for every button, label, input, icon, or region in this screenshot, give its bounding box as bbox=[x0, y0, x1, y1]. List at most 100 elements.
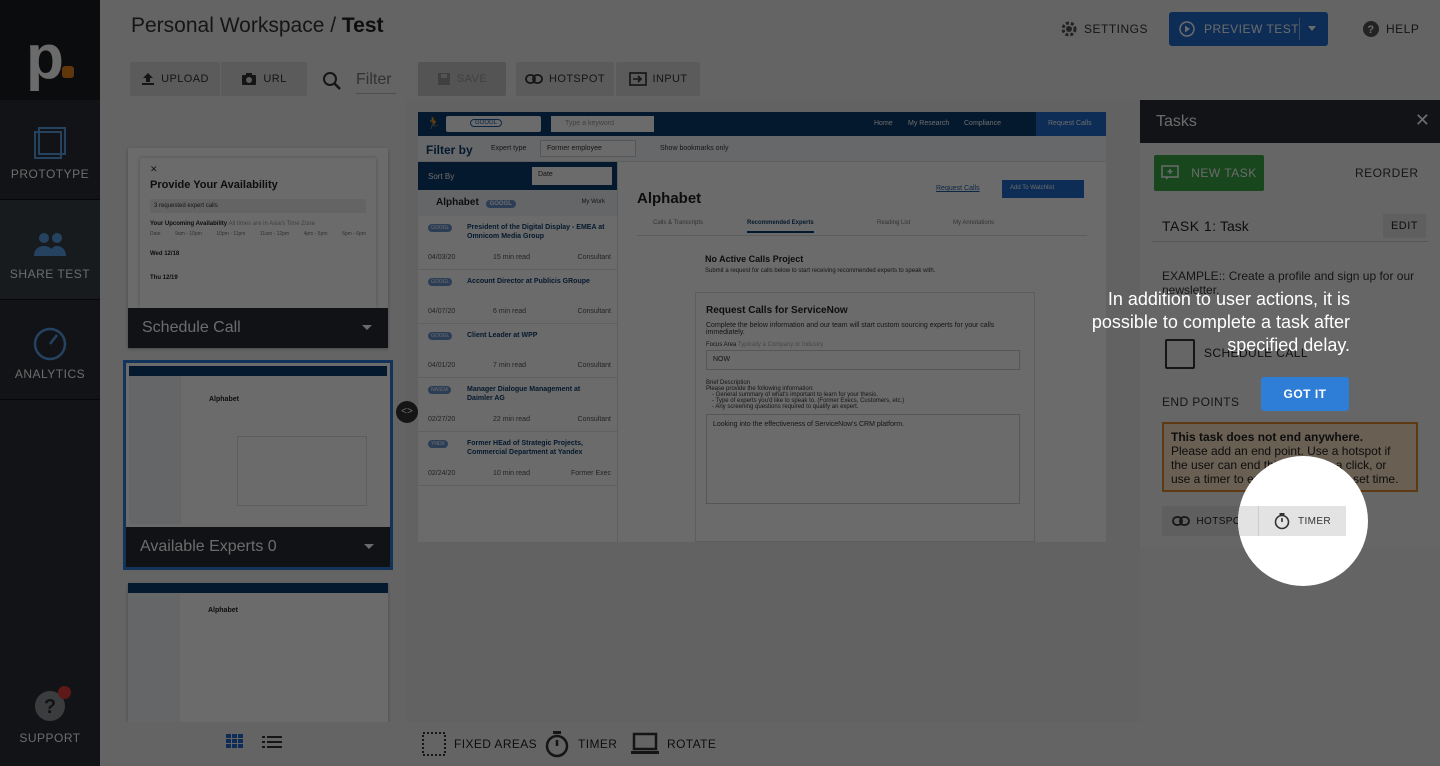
nav-cta: Request Calls bbox=[1036, 112, 1106, 136]
support-label: SUPPORT bbox=[19, 731, 81, 745]
svg-text:p: p bbox=[26, 23, 64, 92]
save-label: SAVE bbox=[456, 73, 488, 85]
article-item: GOOGL Account Director at Publicis GRoupe… bbox=[418, 270, 617, 324]
sort-by: Sort By bbox=[428, 172, 455, 181]
article-date: 02/27/20 bbox=[428, 416, 456, 423]
expert-type: Expert type bbox=[491, 145, 527, 152]
screen-preview[interactable]: 🏃 GOOGL Type a keyword Home My Research … bbox=[418, 112, 1106, 542]
thumb-col: Date bbox=[150, 231, 161, 237]
runner-icon: 🏃 bbox=[426, 116, 441, 130]
input-label: INPUT bbox=[652, 73, 688, 85]
task-header: TASK 1: Task EDIT bbox=[1152, 210, 1428, 242]
fixed-areas-button[interactable]: FIXED AREAS bbox=[422, 732, 537, 756]
screen-name: Schedule Call bbox=[142, 319, 241, 336]
article-item: YNDX Former HEad of Strategic Projects, C… bbox=[418, 432, 617, 486]
nav-search: Type a keyword bbox=[551, 116, 654, 132]
save-button[interactable]: SAVE bbox=[418, 62, 506, 96]
article-read: 15 min read bbox=[493, 254, 530, 261]
screen-card[interactable]: Alphabet bbox=[128, 583, 388, 722]
play-circle-icon bbox=[1179, 21, 1195, 37]
screen-thumbnail: ✕ Provide Your Availability 3 requested … bbox=[140, 158, 376, 308]
focus-hint: Typically a Company or Industry bbox=[737, 342, 824, 348]
app-logo[interactable]: p bbox=[0, 0, 100, 100]
caret-down-icon[interactable] bbox=[364, 544, 374, 549]
input-button[interactable]: INPUT bbox=[616, 62, 700, 96]
chevron-down-icon[interactable] bbox=[1308, 26, 1316, 31]
list-view-icon[interactable] bbox=[262, 736, 282, 748]
laptop-icon bbox=[631, 732, 659, 754]
rotate-button[interactable]: ROTATE bbox=[631, 732, 716, 756]
article-type: Former Exec bbox=[570, 470, 611, 477]
article-date: 04/03/20 bbox=[428, 254, 456, 261]
article-tag: GOOGL bbox=[428, 332, 453, 340]
thumb-col: 11am - 12pm bbox=[259, 231, 290, 237]
reorder-button[interactable]: REORDER bbox=[1355, 166, 1419, 180]
focus-input: NOW bbox=[706, 350, 1020, 370]
grid-view-icon[interactable] bbox=[226, 734, 244, 749]
nav-prototype[interactable]: PROTOTYPE bbox=[0, 100, 100, 200]
filter-by: Filter by bbox=[426, 143, 473, 157]
filter-input[interactable] bbox=[356, 66, 396, 94]
help-button[interactable]: ? HELP bbox=[1362, 20, 1419, 38]
task-label: TASK 1: bbox=[1162, 218, 1217, 234]
link-icon bbox=[1172, 516, 1191, 526]
thumb-company: Alphabet bbox=[208, 607, 238, 614]
preview-tab: My Annotations bbox=[953, 220, 995, 226]
tasks-title: Tasks bbox=[1156, 113, 1197, 130]
article-title: President of the Digital Display - EMEA … bbox=[467, 224, 605, 240]
article-list: GOOGL President of the Digital Display - … bbox=[418, 216, 617, 486]
thumb-requested: 3 requested expert calls bbox=[150, 199, 366, 213]
workspace-name[interactable]: Personal Workspace bbox=[131, 14, 324, 37]
article-item: GOOGL Client Leader at WPP 04/01/20 7 min r… bbox=[418, 324, 617, 378]
got-it-button[interactable]: GOT IT bbox=[1261, 377, 1349, 411]
hotspot-endpoint-clip bbox=[1238, 506, 1258, 536]
article-tag: GOOGL bbox=[428, 278, 453, 286]
caret-down-icon[interactable] bbox=[362, 325, 372, 330]
thumb-row: Thu 12/19 bbox=[150, 275, 178, 281]
brief-point: Any screening questions required to qual… bbox=[715, 404, 859, 410]
new-task-button[interactable]: NEW TASK bbox=[1154, 155, 1264, 191]
screen-card[interactable]: ✕ Provide Your Availability 3 requested … bbox=[128, 148, 388, 348]
hotspot-button[interactable]: HOTSPOT bbox=[516, 62, 614, 96]
upload-button[interactable]: UPLOAD bbox=[130, 62, 220, 96]
main-title: Alphabet bbox=[637, 190, 702, 207]
nav-share-test[interactable]: SHARE TEST bbox=[0, 200, 100, 300]
close-icon[interactable]: ✕ bbox=[1415, 111, 1430, 129]
preview-test-button[interactable]: PREVIEW TEST bbox=[1169, 12, 1328, 46]
rotate-label: ROTATE bbox=[667, 737, 717, 751]
nav-chip: GOOGL bbox=[470, 119, 503, 127]
end-points-heading: END POINTS bbox=[1162, 395, 1240, 409]
gauge-icon bbox=[33, 327, 67, 361]
close-icon: ✕ bbox=[150, 164, 158, 174]
support-button[interactable]: ? SUPPORT bbox=[0, 680, 100, 760]
tutorial-message: In addition to user actions, it is possi… bbox=[1091, 289, 1350, 355]
company-tag: GOOGL bbox=[485, 200, 516, 208]
hotspot-label: HOTSPOT bbox=[549, 73, 605, 85]
edit-task-button[interactable]: EDIT bbox=[1382, 214, 1426, 238]
article-read: 10 min read bbox=[493, 470, 530, 477]
screen-name-bar: Schedule Call bbox=[128, 308, 388, 348]
screen-card-selected[interactable]: Alphabet Available Experts 0 bbox=[123, 360, 393, 570]
thumb-upcoming: Your Upcoming Availability bbox=[150, 221, 228, 227]
add-timer-endpoint[interactable]: TIMER bbox=[1258, 506, 1346, 536]
url-button[interactable]: URL bbox=[221, 62, 307, 96]
nav-analytics[interactable]: ANALYTICS bbox=[0, 300, 100, 400]
article-title: Client Leader at WPP bbox=[467, 332, 538, 339]
article-read: 7 min read bbox=[493, 362, 527, 369]
task-name[interactable]: Task bbox=[1220, 218, 1249, 234]
brief-textarea: Looking into the effectiveness of Servic… bbox=[706, 414, 1020, 504]
thumb-col: 4pm - 5pm bbox=[303, 231, 328, 237]
save-icon bbox=[437, 73, 450, 85]
sort-select: Date bbox=[532, 167, 612, 185]
collapse-toggle-icon[interactable]: <> bbox=[396, 401, 418, 423]
preview-label: PREVIEW TEST bbox=[1204, 22, 1300, 36]
nav-label: ANALYTICS bbox=[14, 367, 86, 381]
request-link: Request Calls bbox=[936, 185, 980, 192]
upload-icon bbox=[142, 73, 155, 85]
settings-button[interactable]: SETTINGS bbox=[1060, 20, 1148, 38]
request-title: Request Calls for ServiceNow bbox=[706, 305, 848, 316]
expert-select: Former employee bbox=[540, 140, 636, 157]
nav-link: My Research bbox=[908, 120, 950, 127]
timer-button[interactable]: TIMER bbox=[544, 730, 617, 758]
svg-text:?: ? bbox=[1367, 24, 1374, 36]
